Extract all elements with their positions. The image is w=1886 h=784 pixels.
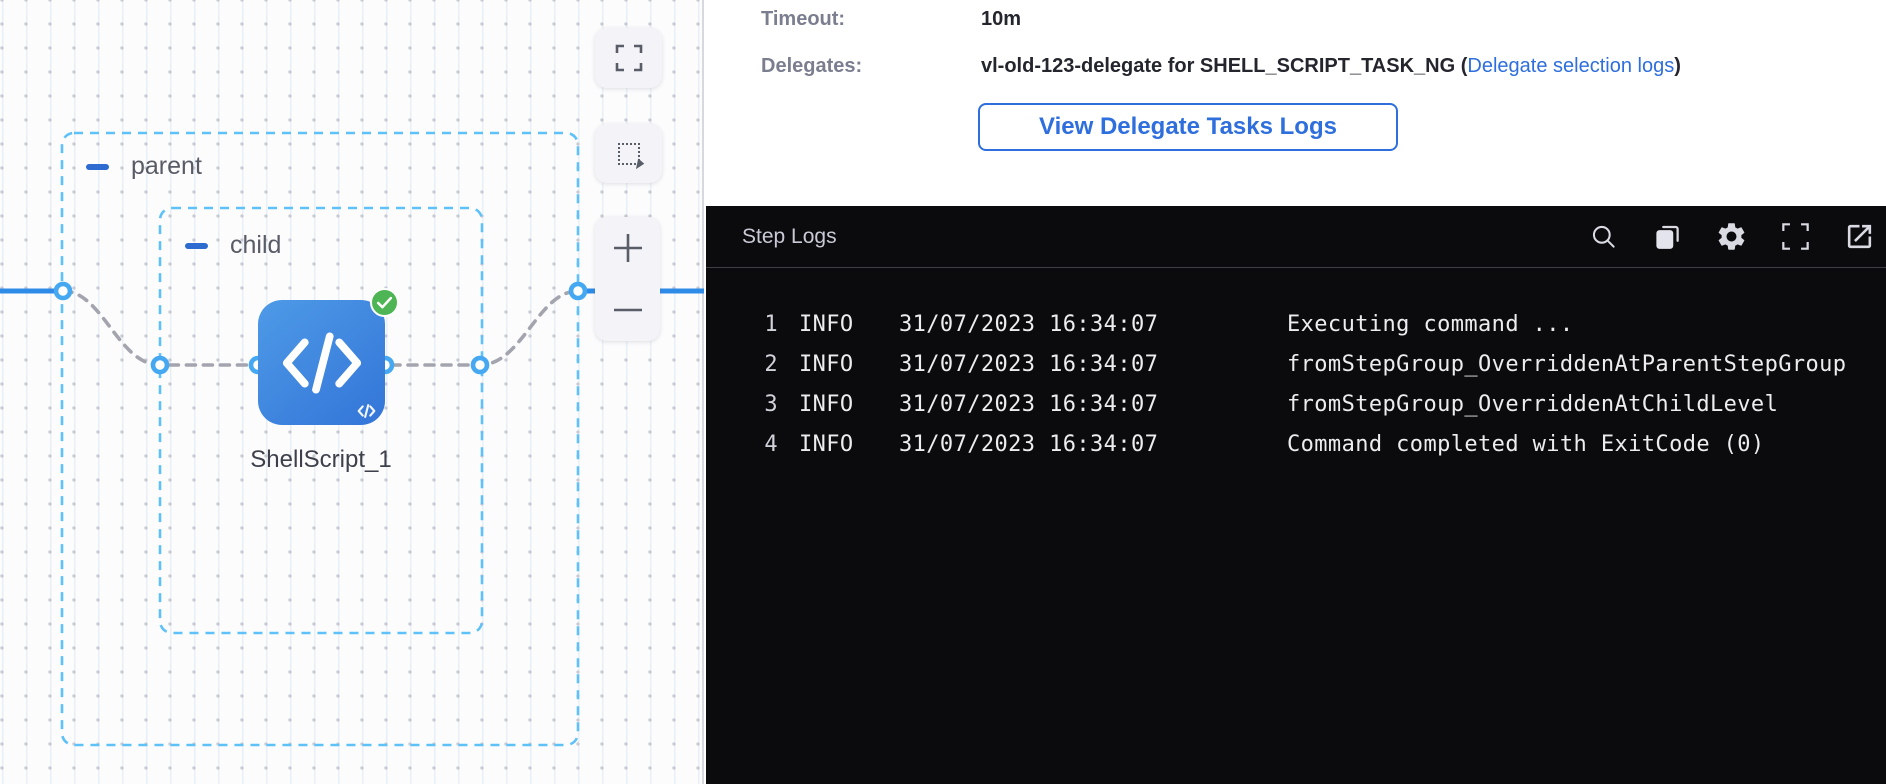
- log-settings-button[interactable]: [1708, 214, 1754, 260]
- log-line-number: 1: [706, 305, 778, 345]
- step-logs-header: Step Logs: [706, 206, 1886, 268]
- collapse-parent-icon[interactable]: [86, 164, 109, 170]
- delegates-value-close: ): [1674, 55, 1681, 77]
- log-timestamp: 31/07/2023 16:34:07: [899, 345, 1287, 385]
- step-logs-title: Step Logs: [742, 225, 837, 249]
- port-child-out[interactable]: [473, 358, 487, 372]
- shell-script-type-icon: [357, 404, 376, 418]
- fit-to-screen-button[interactable]: [595, 28, 662, 88]
- log-message: fromStepGroup_OverriddenAtChildLevel: [1287, 385, 1778, 425]
- open-in-new-icon: [1844, 221, 1875, 252]
- parent-stepgroup-header: parent: [86, 152, 202, 181]
- log-message: fromStepGroup_OverriddenAtParentStepGrou…: [1287, 345, 1846, 385]
- connector-right: [391, 291, 578, 365]
- delegate-selection-logs-link[interactable]: Delegate selection logs: [1467, 55, 1674, 77]
- child-stepgroup-header: child: [185, 231, 281, 260]
- port-child-in[interactable]: [153, 358, 167, 372]
- settings-gear-icon: [1715, 220, 1748, 253]
- view-delegate-tasks-logs-button[interactable]: View Delegate Tasks Logs: [978, 103, 1398, 151]
- step-logs-panel: Step Logs: [706, 206, 1886, 784]
- minus-icon: [612, 305, 644, 315]
- timeout-value: 10m: [981, 8, 1021, 31]
- log-row: 3 INFO 31/07/2023 16:34:07 fromStepGroup…: [706, 385, 1886, 425]
- pipeline-execution-view: parent child ShellScript_1: [0, 0, 1886, 784]
- log-message: Executing command ...: [1287, 305, 1574, 345]
- delegates-value-text: vl-old-123-delegate for SHELL_SCRIPT_TAS…: [981, 55, 1467, 77]
- log-row: 1 INFO 31/07/2023 16:34:07 Executing com…: [706, 305, 1886, 345]
- multi-select-button[interactable]: [595, 124, 662, 183]
- child-stepgroup-label: child: [230, 231, 281, 260]
- shellscript-step-node[interactable]: [258, 300, 385, 425]
- log-line-number: 4: [706, 425, 778, 465]
- log-level: INFO: [799, 305, 899, 345]
- collapse-child-icon[interactable]: [185, 243, 208, 249]
- port-parent-out[interactable]: [571, 284, 585, 298]
- log-timestamp: 31/07/2023 16:34:07: [899, 385, 1287, 425]
- delegates-value: vl-old-123-delegate for SHELL_SCRIPT_TAS…: [981, 55, 1681, 78]
- copy-logs-button[interactable]: [1644, 214, 1690, 260]
- marquee-select-icon: [618, 143, 640, 165]
- log-level: INFO: [799, 345, 899, 385]
- zoom-out-button[interactable]: [595, 279, 660, 341]
- parent-stepgroup-box[interactable]: [62, 133, 578, 745]
- code-icon: [279, 332, 365, 394]
- fullscreen-icon: [1780, 221, 1811, 252]
- log-message: Command completed with ExitCode (0): [1287, 425, 1765, 465]
- log-timestamp: 31/07/2023 16:34:07: [899, 425, 1287, 465]
- fullscreen-logs-button[interactable]: [1772, 214, 1818, 260]
- log-lines-container[interactable]: 1 INFO 31/07/2023 16:34:07 Executing com…: [706, 268, 1886, 465]
- open-logs-new-tab-button[interactable]: [1836, 214, 1882, 260]
- plus-icon: [612, 232, 644, 264]
- step-details-panel: Timeout: 10m Delegates: vl-old-123-deleg…: [706, 0, 1886, 206]
- step-name-label: ShellScript_1: [211, 446, 431, 474]
- delegates-label: Delegates:: [761, 55, 981, 78]
- connector-left: [63, 291, 252, 365]
- expand-icon: [615, 44, 643, 72]
- search-icon: [1590, 223, 1617, 250]
- pipeline-canvas[interactable]: parent child ShellScript_1: [0, 0, 704, 784]
- step-success-badge: [370, 288, 399, 317]
- port-parent-in[interactable]: [56, 284, 70, 298]
- search-logs-button[interactable]: [1580, 214, 1626, 260]
- timeout-row: Timeout: 10m: [761, 8, 1021, 31]
- zoom-controls: [595, 217, 660, 341]
- log-line-number: 3: [706, 385, 778, 425]
- log-level: INFO: [799, 425, 899, 465]
- parent-stepgroup-label: parent: [131, 152, 202, 181]
- delegates-row: Delegates: vl-old-123-delegate for SHELL…: [761, 55, 1681, 78]
- log-level: INFO: [799, 385, 899, 425]
- zoom-in-button[interactable]: [595, 217, 660, 279]
- copy-icon: [1652, 222, 1682, 252]
- log-timestamp: 31/07/2023 16:34:07: [899, 305, 1287, 345]
- log-line-number: 2: [706, 345, 778, 385]
- check-icon: [376, 296, 393, 310]
- log-row: 4 INFO 31/07/2023 16:34:07 Command compl…: [706, 425, 1886, 465]
- timeout-label: Timeout:: [761, 8, 981, 31]
- log-row: 2 INFO 31/07/2023 16:34:07 fromStepGroup…: [706, 345, 1886, 385]
